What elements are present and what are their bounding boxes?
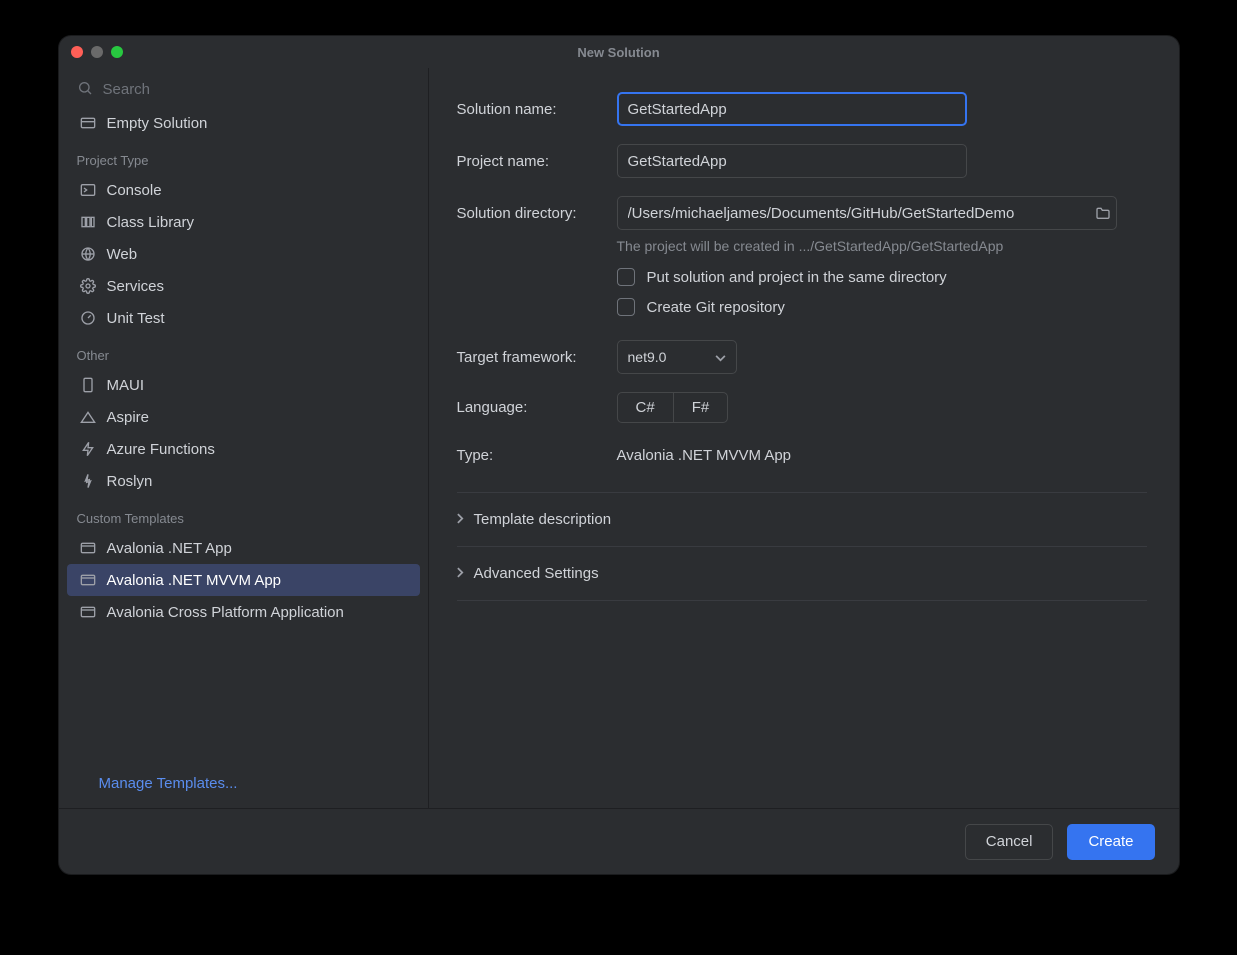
sidebar-item-unit-test[interactable]: Unit Test (59, 302, 428, 334)
language-option-csharp[interactable]: C# (618, 393, 673, 422)
sidebar-item-avalonia-net-app[interactable]: Avalonia .NET App (59, 532, 428, 564)
sidebar-item-maui[interactable]: MAUI (59, 369, 428, 401)
library-icon (79, 215, 97, 229)
window-title: New Solution (59, 45, 1179, 60)
sidebar-item-class-library[interactable]: Class Library (59, 206, 428, 238)
sidebar-item-label: Services (107, 278, 165, 295)
search-row (59, 72, 428, 107)
sidebar-item-empty-solution[interactable]: Empty Solution (59, 107, 428, 139)
group-label: Project Type (59, 139, 428, 174)
form-panel: Solution name: Project name: Solution di… (429, 68, 1179, 808)
solution-directory-input[interactable] (617, 196, 1117, 230)
template-description-label: Template description (474, 511, 612, 528)
sidebar-item-label: Avalonia Cross Platform Application (107, 604, 344, 621)
card-icon (79, 116, 97, 130)
type-label: Type: (457, 447, 601, 464)
sidebar-item-label: Avalonia .NET App (107, 540, 232, 557)
minimize-window-button[interactable] (91, 46, 103, 58)
sidebar-item-web[interactable]: Web (59, 238, 428, 270)
titlebar: New Solution (59, 36, 1179, 68)
sidebar-item-roslyn[interactable]: Roslyn (59, 465, 428, 497)
group-label: Other (59, 334, 428, 369)
search-icon (77, 80, 93, 99)
window-controls (71, 46, 123, 58)
sidebar-item-label: Aspire (107, 409, 150, 426)
cancel-button[interactable]: Cancel (965, 824, 1054, 860)
spark-icon (79, 473, 97, 489)
zoom-window-button[interactable] (111, 46, 123, 58)
search-input[interactable] (103, 81, 410, 98)
sidebar-item-avalonia-mvvm-app[interactable]: Avalonia .NET MVVM App (67, 564, 420, 596)
sidebar-item-label: Empty Solution (107, 115, 208, 132)
chevron-right-icon (457, 511, 464, 528)
same-directory-checkbox[interactable] (617, 268, 635, 286)
gear-icon (79, 278, 97, 294)
sidebar-item-azure-functions[interactable]: Azure Functions (59, 433, 428, 465)
solution-name-label: Solution name: (457, 101, 601, 118)
new-solution-window: New Solution Empty Solution Project Type (59, 36, 1179, 874)
sidebar-item-console[interactable]: Console (59, 174, 428, 206)
sidebar-item-label: Avalonia .NET MVVM App (107, 572, 282, 589)
language-label: Language: (457, 399, 601, 416)
bolt-icon (79, 441, 97, 457)
device-icon (79, 377, 97, 393)
git-repo-label: Create Git repository (647, 299, 785, 316)
footer: Cancel Create (59, 808, 1179, 874)
triangle-icon (79, 410, 97, 424)
window-icon (79, 605, 97, 619)
template-list: Empty Solution Project Type Console Clas… (59, 107, 428, 763)
same-directory-label: Put solution and project in the same dir… (647, 269, 947, 286)
terminal-icon (79, 183, 97, 197)
language-option-fsharp[interactable]: F# (673, 393, 728, 422)
language-segmented: C# F# (617, 392, 729, 423)
template-description-expander[interactable]: Template description (457, 492, 1147, 546)
sidebar-item-label: Azure Functions (107, 441, 215, 458)
window-icon (79, 573, 97, 587)
project-name-input[interactable] (617, 144, 967, 178)
sidebar-item-label: Roslyn (107, 473, 153, 490)
sidebar-item-aspire[interactable]: Aspire (59, 401, 428, 433)
sidebar-item-label: Console (107, 182, 162, 199)
close-window-button[interactable] (71, 46, 83, 58)
chevron-down-icon (715, 349, 726, 365)
sidebar: Empty Solution Project Type Console Clas… (59, 68, 429, 808)
advanced-settings-label: Advanced Settings (474, 565, 599, 582)
window-icon (79, 541, 97, 555)
solution-name-input[interactable] (617, 92, 967, 126)
sidebar-item-label: MAUI (107, 377, 145, 394)
sidebar-item-avalonia-cross-platform[interactable]: Avalonia Cross Platform Application (59, 596, 428, 628)
sidebar-item-label: Class Library (107, 214, 195, 231)
manage-templates-link[interactable]: Manage Templates... (59, 763, 428, 808)
directory-hint: The project will be created in .../GetSt… (617, 238, 1147, 254)
sidebar-item-label: Unit Test (107, 310, 165, 327)
browse-folder-button[interactable] (1095, 206, 1111, 220)
sidebar-item-label: Web (107, 246, 138, 263)
git-repo-checkbox[interactable] (617, 298, 635, 316)
project-name-label: Project name: (457, 153, 601, 170)
group-label: Custom Templates (59, 497, 428, 532)
gauge-icon (79, 310, 97, 326)
advanced-settings-expander[interactable]: Advanced Settings (457, 546, 1147, 601)
chevron-right-icon (457, 565, 464, 582)
create-button[interactable]: Create (1067, 824, 1154, 860)
target-framework-label: Target framework: (457, 349, 601, 366)
target-framework-select[interactable]: net9.0 (617, 340, 737, 374)
globe-icon (79, 246, 97, 262)
sidebar-item-services[interactable]: Services (59, 270, 428, 302)
type-value: Avalonia .NET MVVM App (617, 447, 792, 464)
target-framework-value: net9.0 (628, 349, 667, 365)
solution-directory-label: Solution directory: (457, 205, 601, 222)
